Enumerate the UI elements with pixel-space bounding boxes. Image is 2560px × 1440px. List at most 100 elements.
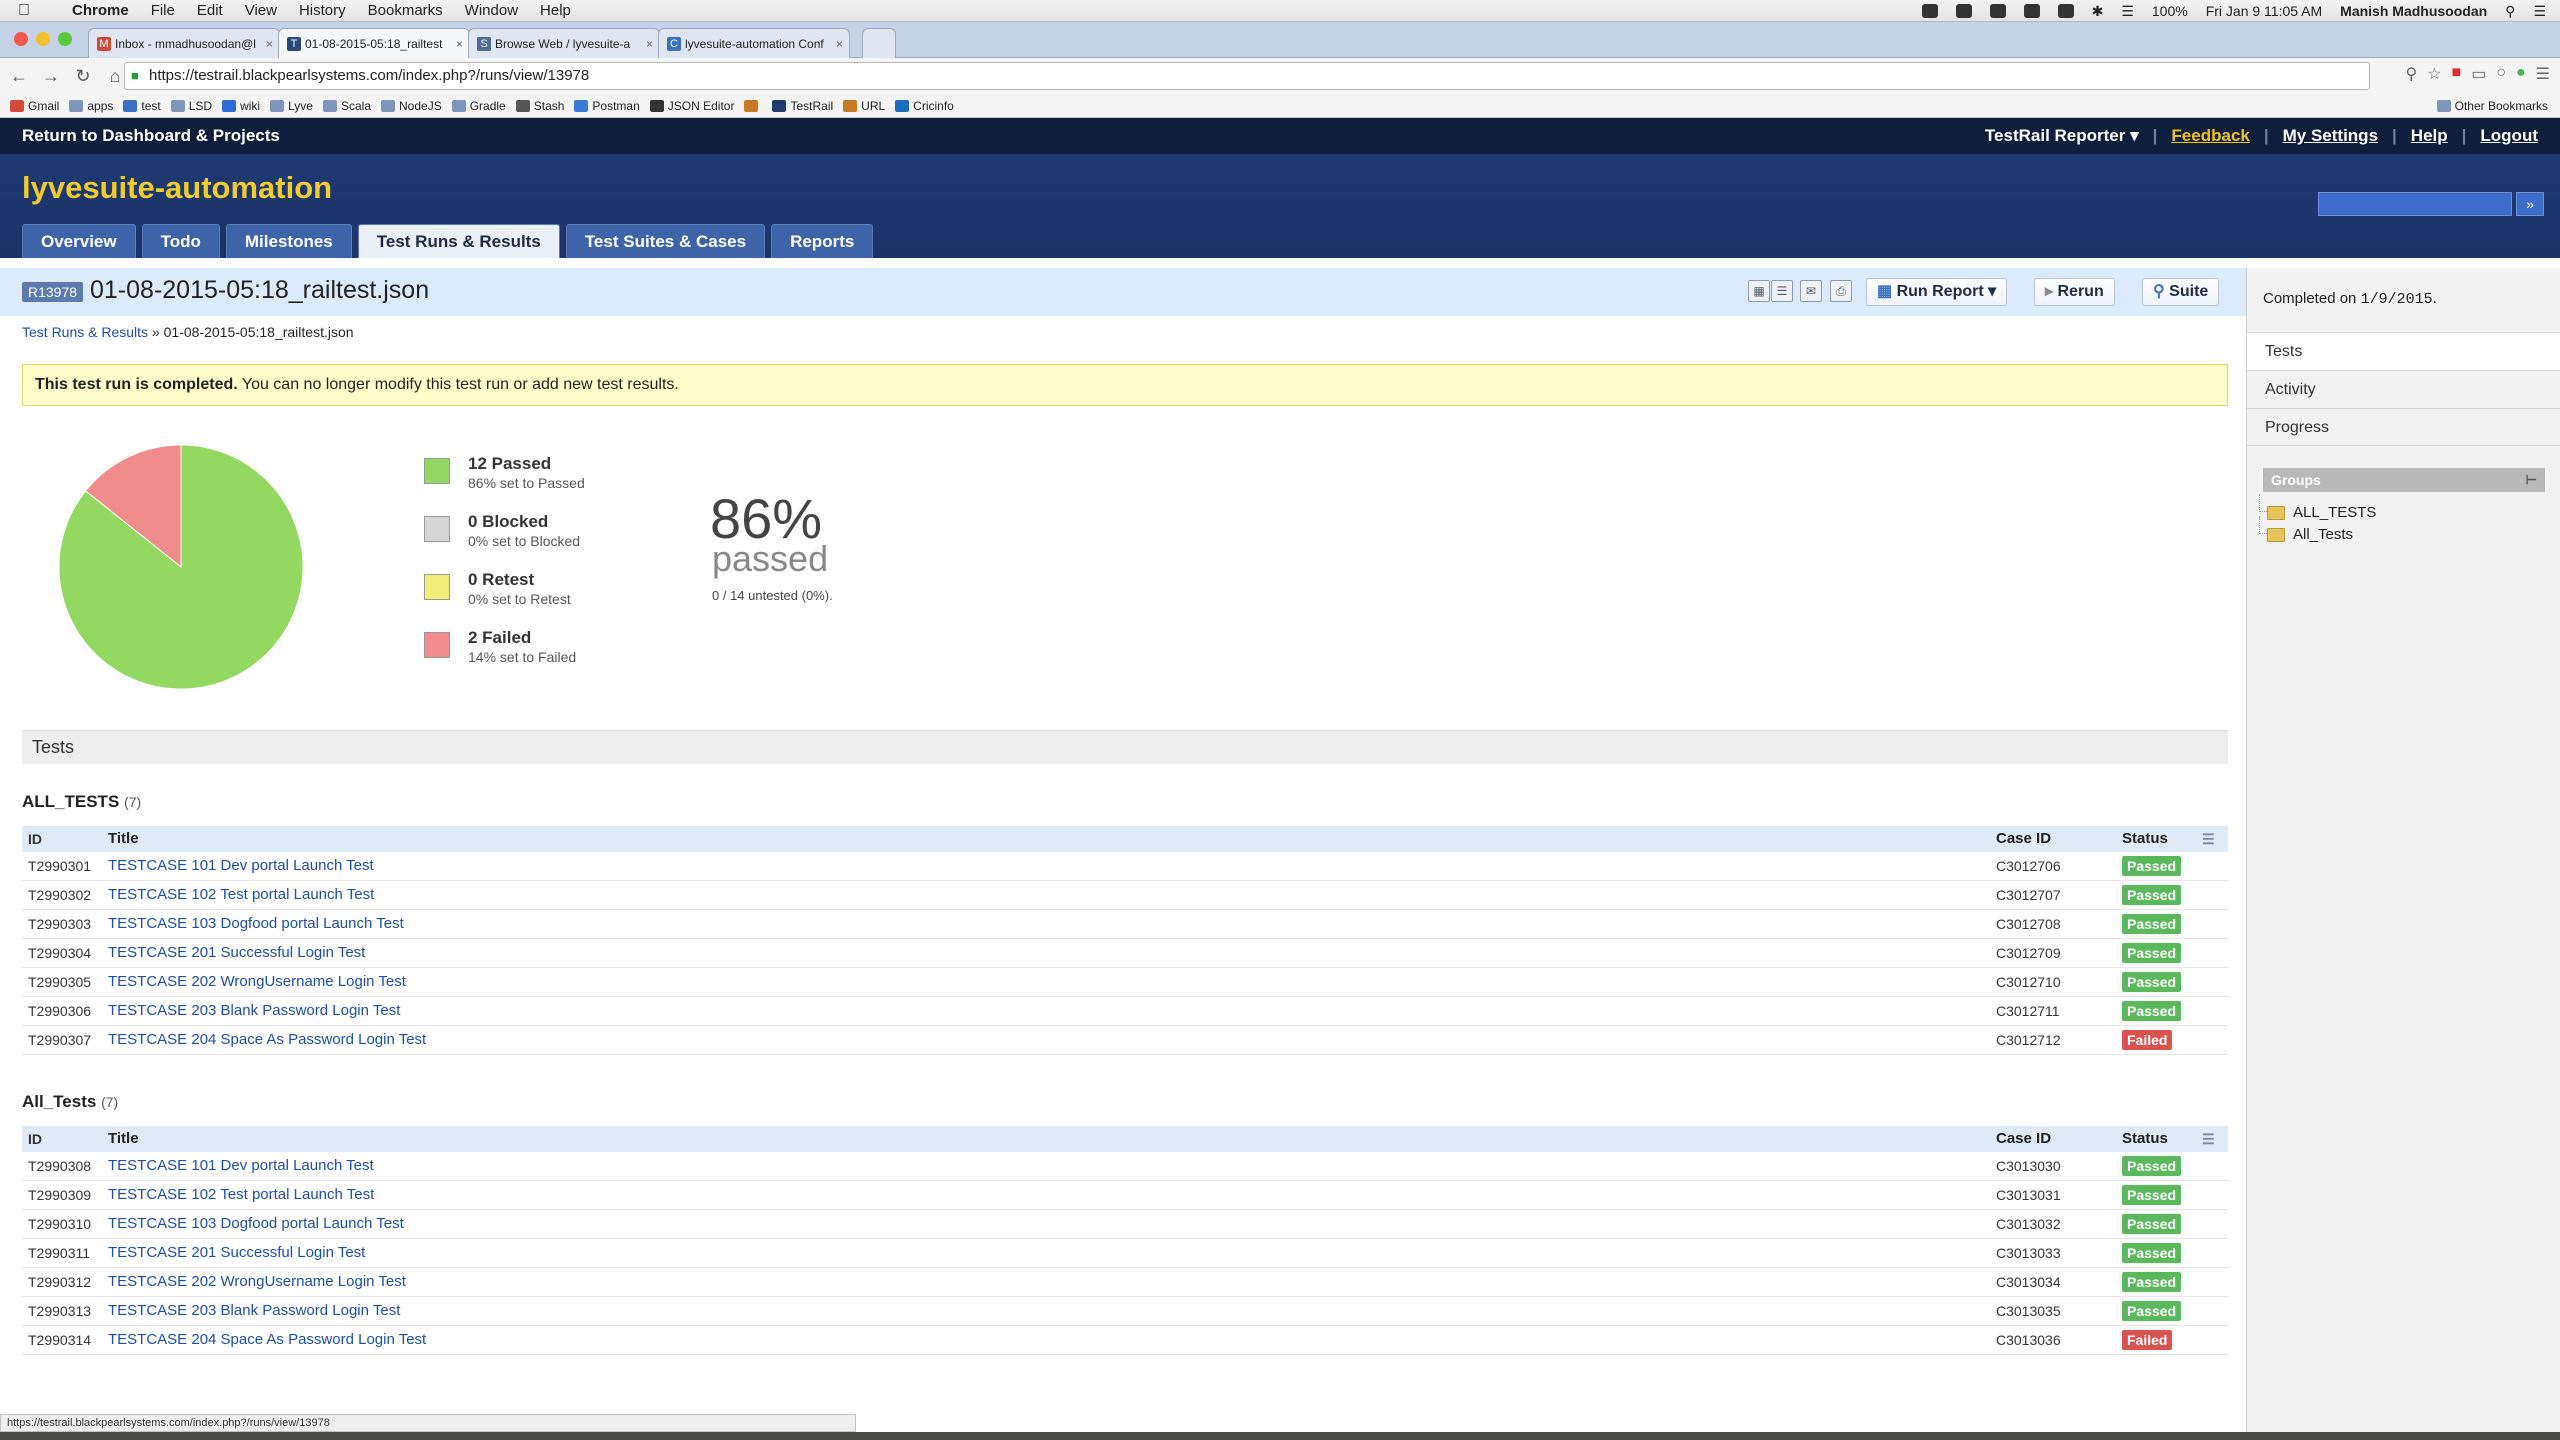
menu-window[interactable]: Window: [465, 2, 518, 19]
battery-label[interactable]: 100%: [2152, 3, 2188, 19]
bluetooth-icon[interactable]: ✱: [2092, 3, 2104, 20]
logout-link[interactable]: Logout: [2480, 126, 2538, 146]
menu-bookmarks[interactable]: Bookmarks: [368, 2, 443, 19]
browser-tab-run[interactable]: T 01-08-2015-05:18_railtest ×: [278, 28, 470, 58]
test-title-link[interactable]: TESTCASE 203 Blank Password Login Test: [108, 1297, 400, 1325]
back-arrow-icon[interactable]: ←: [6, 66, 32, 87]
close-window-button[interactable]: [14, 32, 28, 46]
breadcrumb-link[interactable]: Test Runs & Results: [22, 324, 148, 340]
table-row[interactable]: T2990308 TESTCASE 101 Dev portal Launch T…: [22, 1152, 2228, 1181]
bookmark-lyve[interactable]: Lyve: [270, 99, 313, 113]
tab-overview[interactable]: Overview: [22, 224, 136, 258]
spotlight-icon[interactable]: ⚲: [2505, 3, 2515, 20]
search-go-button[interactable]: »: [2516, 192, 2544, 216]
bookmark-cricinfo[interactable]: Cricinfo: [895, 99, 954, 113]
sidebar-tab-progress[interactable]: Progress: [2247, 408, 2560, 446]
bookmark-url[interactable]: URL: [843, 99, 885, 113]
search-input[interactable]: [2318, 192, 2512, 216]
minimize-window-button[interactable]: [36, 32, 50, 46]
view-toggle-icon[interactable]: ▦: [1748, 280, 1770, 302]
suite-button[interactable]: ⚲ Suite: [2142, 278, 2220, 306]
status-badge[interactable]: Passed: [2122, 1214, 2182, 1234]
test-title-link[interactable]: TESTCASE 203 Blank Password Login Test: [108, 997, 400, 1025]
table-row[interactable]: T2990309 TESTCASE 102 Test portal Launch …: [22, 1181, 2228, 1210]
apple-icon[interactable]: : [18, 2, 38, 20]
col-title[interactable]: Title: [108, 826, 139, 852]
table-row[interactable]: T2990305 TESTCASE 202 WrongUsername Login…: [22, 968, 2228, 997]
cast-icon[interactable]: ▭: [2471, 64, 2486, 84]
table-row[interactable]: T2990303 TESTCASE 103 Dogfood portal Laun…: [22, 910, 2228, 939]
user-menu[interactable]: TestRail Reporter ▾: [1985, 126, 2139, 146]
browser-tab-stash[interactable]: S Browse Web / lyvesuite-a ×: [468, 28, 660, 58]
tab-reports[interactable]: Reports: [771, 224, 874, 258]
status-badge[interactable]: Failed: [2122, 1030, 2173, 1050]
bell-icon[interactable]: [1955, 4, 1972, 18]
col-case-id[interactable]: Case ID: [1996, 1126, 2051, 1152]
zoom-icon[interactable]: ⚲: [2405, 64, 2417, 84]
test-title-link[interactable]: TESTCASE 202 WrongUsername Login Test: [108, 1268, 406, 1296]
user-name[interactable]: Manish Madhusoodan: [2340, 3, 2487, 19]
test-title-link[interactable]: TESTCASE 204 Space As Password Login Tes…: [108, 1326, 426, 1354]
col-status[interactable]: Status: [2122, 826, 2168, 852]
home-icon[interactable]: [2023, 4, 2040, 18]
tab-todo[interactable]: Todo: [141, 224, 220, 258]
status-badge[interactable]: Passed: [2122, 1272, 2182, 1292]
bookmark-apps[interactable]: apps: [69, 99, 113, 113]
bookmark-stash[interactable]: Stash: [515, 99, 564, 113]
address-bar[interactable]: ■ https://testrail.blackpearlsystems.com…: [124, 62, 2370, 90]
test-title-link[interactable]: TESTCASE 103 Dogfood portal Launch Test: [108, 1210, 404, 1238]
adblock-icon[interactable]: ■: [2452, 64, 2462, 84]
notification-center-icon[interactable]: ☰: [2533, 3, 2546, 20]
menu-help[interactable]: Help: [540, 2, 571, 19]
table-row[interactable]: T2990311 TESTCASE 201 Successful Login Te…: [22, 1239, 2228, 1268]
twitter-icon[interactable]: [2057, 4, 2074, 18]
test-title-link[interactable]: TESTCASE 102 Test portal Launch Test: [108, 881, 374, 909]
tab-milestones[interactable]: Milestones: [225, 224, 352, 258]
list-view-icon[interactable]: ☰: [1771, 280, 1793, 302]
sidebar-tab-tests[interactable]: Tests: [2247, 332, 2560, 370]
export-icon[interactable]: ✉: [1800, 280, 1822, 302]
bookmark-nodejs[interactable]: NodeJS: [381, 99, 442, 113]
status-badge[interactable]: Passed: [2122, 1001, 2182, 1021]
status-badge[interactable]: Passed: [2122, 1301, 2182, 1321]
col-title[interactable]: Title: [108, 1126, 139, 1152]
status-badge[interactable]: Passed: [2122, 1156, 2182, 1176]
test-title-link[interactable]: TESTCASE 101 Dev portal Launch Test: [108, 1152, 374, 1180]
forward-arrow-icon[interactable]: →: [38, 66, 64, 87]
close-tab-icon[interactable]: ×: [836, 29, 843, 58]
menu-icon[interactable]: ☰: [2536, 64, 2550, 84]
test-title-link[interactable]: TESTCASE 202 WrongUsername Login Test: [108, 968, 406, 996]
bookmark-json-editor[interactable]: JSON Editor: [649, 99, 734, 113]
columns-icon[interactable]: ☰: [2202, 831, 2218, 847]
browser-tab-confluence[interactable]: C lyvesuite-automation Conf ×: [658, 28, 850, 58]
test-title-link[interactable]: TESTCASE 201 Successful Login Test: [108, 939, 365, 967]
test-title-link[interactable]: TESTCASE 103 Dogfood portal Launch Test: [108, 910, 404, 938]
browser-tab-inbox[interactable]: M Inbox - mmadhusoodan@l ×: [88, 28, 280, 58]
table-row[interactable]: T2990312 TESTCASE 202 WrongUsername Login…: [22, 1268, 2228, 1297]
wifi-icon[interactable]: ☰: [2121, 3, 2134, 20]
status-badge[interactable]: Passed: [2122, 914, 2182, 934]
help-link[interactable]: Help: [2411, 126, 2448, 146]
table-row[interactable]: T2990304 TESTCASE 201 Successful Login Te…: [22, 939, 2228, 968]
clock[interactable]: Fri Jan 9 11:05 AM: [2206, 3, 2322, 19]
menu-view[interactable]: View: [245, 2, 277, 19]
project-name[interactable]: lyvesuite-automation: [22, 170, 332, 206]
bookmark-gmail[interactable]: Gmail: [10, 99, 59, 113]
status-badge[interactable]: Passed: [2122, 885, 2182, 905]
menu-edit[interactable]: Edit: [197, 2, 223, 19]
col-case-id[interactable]: Case ID: [1996, 826, 2051, 852]
table-row[interactable]: T2990306 TESTCASE 203 Blank Password Logi…: [22, 997, 2228, 1026]
table-row[interactable]: T2990307 TESTCASE 204 Space As Password L…: [22, 1026, 2228, 1055]
feedback-link[interactable]: Feedback: [2171, 126, 2249, 146]
col-id[interactable]: ID: [28, 826, 42, 852]
status-badge[interactable]: Passed: [2122, 856, 2182, 876]
test-title-link[interactable]: TESTCASE 101 Dev portal Launch Test: [108, 852, 374, 880]
col-status[interactable]: Status: [2122, 1126, 2168, 1152]
bookmark-gradle[interactable]: Gradle: [451, 99, 506, 113]
table-row[interactable]: T2990313 TESTCASE 203 Blank Password Logi…: [22, 1297, 2228, 1326]
bookmark-testrail[interactable]: TestRail: [772, 99, 833, 113]
evernote-icon[interactable]: ●: [2516, 64, 2526, 84]
menu-history[interactable]: History: [299, 2, 346, 19]
bookmark-unnamed[interactable]: [744, 99, 762, 112]
status-badge[interactable]: Passed: [2122, 1243, 2182, 1263]
